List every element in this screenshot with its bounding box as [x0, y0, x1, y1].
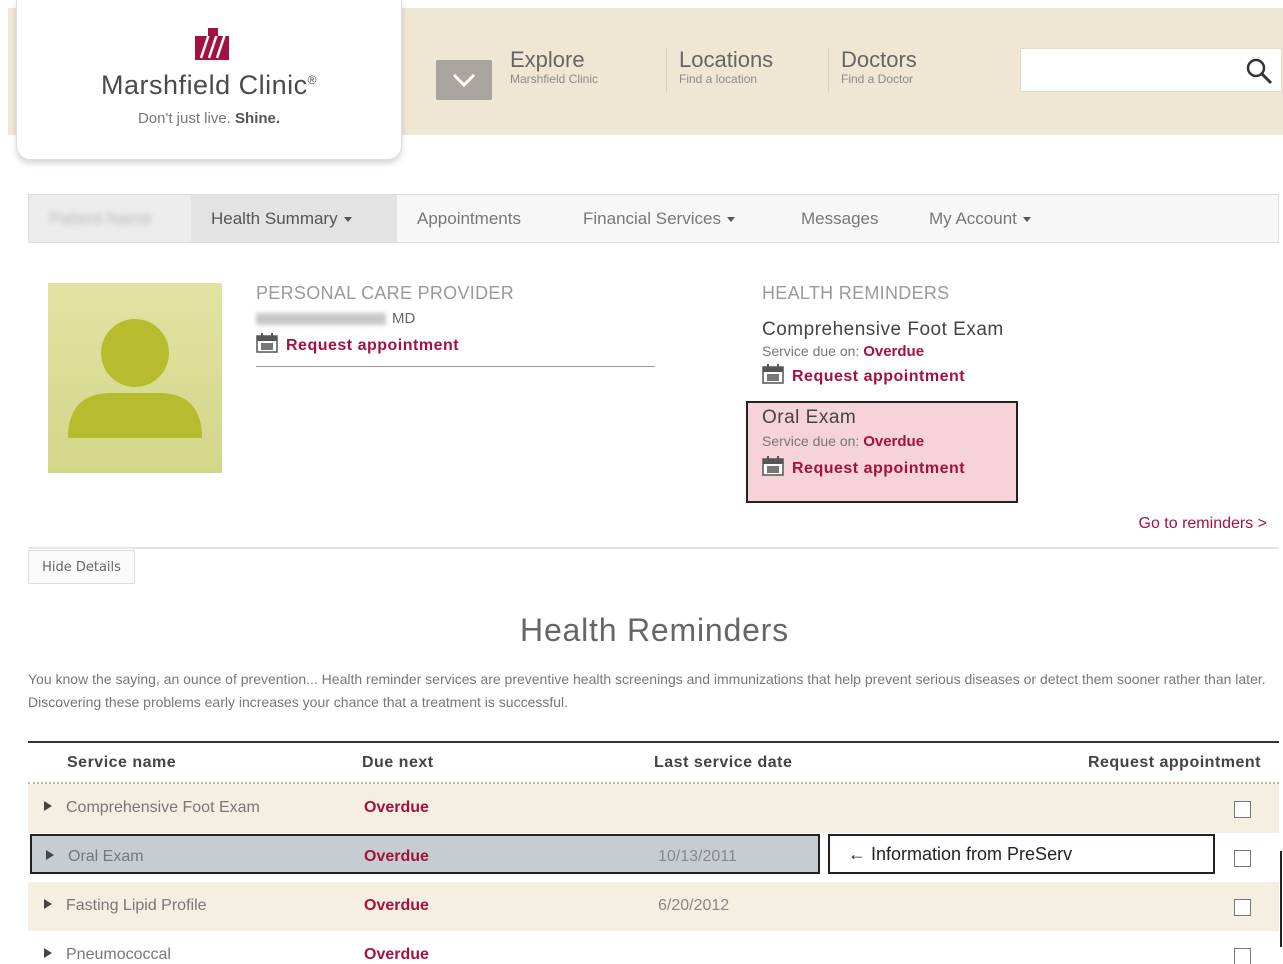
provider-section-label: PERSONAL CARE PROVIDER: [256, 283, 514, 303]
due-cell: Overdue: [364, 897, 429, 914]
tab-financial-label: Financial Services: [583, 209, 721, 228]
due-cell: Overdue: [364, 799, 429, 816]
tab-financial-services[interactable]: Financial Services: [563, 195, 755, 242]
tab-health-summary[interactable]: Health Summary: [191, 195, 397, 242]
nav-locations-label: Locations: [679, 47, 774, 72]
provider-request-appointment-link[interactable]: Request appointment: [256, 333, 459, 355]
nav-explore-sublabel: Marshfield Clinic: [510, 72, 599, 86]
column-header-request: Request appointment: [1087, 754, 1261, 771]
expand-arrow-icon[interactable]: [44, 801, 52, 811]
brand-tagline: Don't just live. Shine.: [137, 110, 281, 127]
tab-account-label: My Account: [929, 209, 1017, 228]
preserv-annotation: ← Information from PreServ: [828, 834, 1215, 874]
service-name-cell[interactable]: Pneumococcal: [44, 946, 171, 964]
service-name-cell[interactable]: Comprehensive Foot Exam: [44, 799, 260, 817]
nav-explore-label: Explore: [510, 47, 585, 72]
caret-down-icon: [726, 217, 735, 223]
due-cell: Overdue: [364, 848, 429, 865]
provider-name: MD: [256, 310, 415, 327]
request-checkbox[interactable]: [1234, 899, 1251, 916]
expand-arrow-icon[interactable]: [44, 948, 52, 958]
search-input[interactable]: [1029, 49, 1239, 89]
request-checkbox[interactable]: [1234, 850, 1251, 867]
column-header-due[interactable]: Due next: [362, 754, 434, 772]
reminder-due: Service due on: Overdue: [762, 343, 925, 360]
reminder-request-appointment-link[interactable]: Request appointment: [762, 364, 965, 386]
tab-my-account[interactable]: My Account: [909, 195, 1051, 242]
last-service-cell: 6/20/2012: [658, 897, 730, 914]
nav-locations-link[interactable]: Locations Find a location: [666, 48, 773, 92]
reminders-section-label: HEALTH REMINDERS: [762, 283, 950, 303]
calendar-icon: [762, 456, 784, 476]
table-row[interactable]: Oral Exam Overdue 10/13/2011 ← Informati…: [28, 833, 1279, 882]
person-silhouette-icon: [68, 319, 202, 438]
last-service-cell: 10/13/2011: [658, 848, 737, 865]
chevron-down-icon: [452, 73, 476, 88]
reminder-title: Oral Exam: [762, 407, 857, 428]
reminder-request-appointment-link[interactable]: Request appointment: [762, 456, 965, 478]
hide-details-button[interactable]: Hide Details: [28, 550, 135, 584]
health-reminders-table: Service name Due next Last service date …: [28, 741, 1279, 964]
reminder-title: Comprehensive Foot Exam: [762, 319, 1004, 340]
tab-user-name[interactable]: Patient Name: [29, 195, 191, 242]
search-icon[interactable]: [1245, 57, 1273, 85]
edge-marker: [1280, 851, 1282, 947]
main-tab-nav: Patient Name Health Summary Appointments…: [28, 194, 1279, 243]
table-header: Service name Due next Last service date …: [28, 743, 1279, 784]
expand-arrow-icon[interactable]: [46, 850, 54, 860]
reminder-due: Service due on: Overdue: [762, 433, 925, 450]
expand-arrow-icon[interactable]: [44, 899, 52, 909]
divider: [28, 547, 1279, 549]
column-header-last-service[interactable]: Last service date: [654, 754, 792, 772]
redacted-name: [256, 313, 386, 326]
nav-doctors-link[interactable]: Doctors Find a Doctor: [828, 48, 917, 92]
nav-doctors-sublabel: Find a Doctor: [841, 72, 914, 86]
request-checkbox[interactable]: [1234, 801, 1251, 818]
brand-name: Marshfield Clinic®: [101, 70, 317, 100]
nav-locations-sublabel: Find a location: [679, 72, 758, 86]
intro-text: You know the saying, an ounce of prevent…: [28, 671, 1266, 710]
due-cell: Overdue: [364, 946, 429, 963]
search-box: [1020, 48, 1282, 92]
brand-logo[interactable]: Marshfield Clinic® Don't just live. Shin…: [16, 0, 402, 160]
tab-messages[interactable]: Messages: [781, 195, 898, 242]
avatar: [48, 283, 222, 473]
request-checkbox[interactable]: [1234, 948, 1251, 964]
caret-down-icon: [343, 217, 352, 223]
tab-appointments[interactable]: Appointments: [397, 195, 541, 242]
page-title: Health Reminders: [520, 612, 789, 648]
tab-health-summary-label: Health Summary: [211, 209, 338, 228]
go-to-reminders-link[interactable]: Go to reminders >: [1139, 515, 1268, 533]
table-row[interactable]: Comprehensive Foot Exam Overdue: [28, 784, 1279, 833]
service-name-cell[interactable]: Fasting Lipid Profile: [44, 897, 207, 915]
table-row[interactable]: Fasting Lipid Profile Overdue 6/20/2012: [28, 882, 1279, 931]
calendar-icon: [762, 364, 784, 384]
nav-doctors-label: Doctors: [841, 47, 917, 72]
clinic-logo-icon: [195, 28, 229, 60]
calendar-icon: [256, 333, 278, 353]
service-name-cell[interactable]: Oral Exam: [46, 848, 144, 866]
divider: [256, 366, 655, 367]
column-header-service[interactable]: Service name: [67, 754, 176, 772]
menu-toggle-button[interactable]: [436, 60, 492, 100]
table-row[interactable]: Pneumococcal Overdue: [28, 931, 1279, 964]
caret-down-icon: [1022, 217, 1031, 223]
nav-explore-link[interactable]: Explore Marshfield Clinic: [498, 48, 598, 92]
